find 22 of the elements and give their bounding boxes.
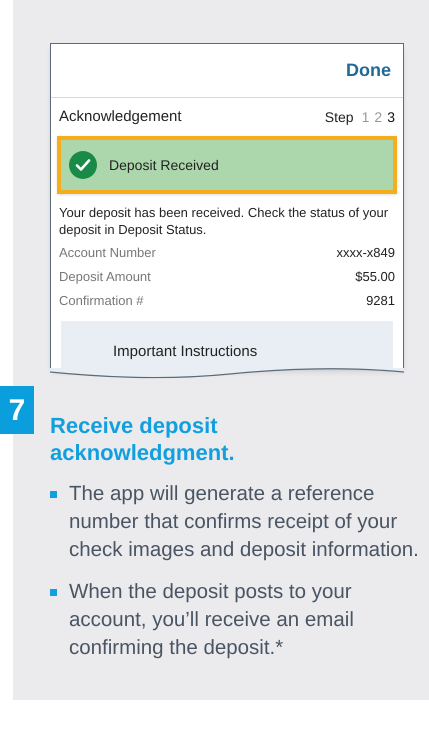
step-number-badge: 7 xyxy=(0,386,34,434)
instructions-title: Important Instructions xyxy=(113,342,258,362)
detail-label: Account Number xyxy=(59,244,156,262)
detail-label: Confirmation # xyxy=(59,292,144,310)
detail-value: $55.00 xyxy=(355,268,395,286)
step-indicator: 1 xyxy=(362,108,370,126)
step-heading: Receive deposit acknowledgment. xyxy=(50,412,236,466)
bullet-text: The app will generate a reference number that confirms receipt of your check images and deposit information. xyxy=(69,481,420,563)
bullet-text: When the deposit posts to your account, you’ll receive an email confirming the deposit.* xyxy=(69,579,355,661)
bullet-icon xyxy=(50,491,57,498)
screen-title: Acknowledgement xyxy=(59,106,182,127)
confirmation-message: Your deposit has been received. Check the status of your deposit in Deposit Status. xyxy=(58,204,390,238)
bullet-icon xyxy=(50,589,57,596)
detail-label: Deposit Amount xyxy=(59,268,151,286)
detail-value: xxxx-x849 xyxy=(336,244,395,262)
detail-value: 9281 xyxy=(366,292,395,310)
step-label: Step xyxy=(324,108,354,127)
step-indicator: 2 xyxy=(374,108,382,126)
checkmark-icon xyxy=(69,151,97,179)
done-button[interactable]: Done xyxy=(346,57,391,84)
step-indicator: 3 xyxy=(387,108,395,126)
banner-text: Deposit Received xyxy=(109,156,219,175)
